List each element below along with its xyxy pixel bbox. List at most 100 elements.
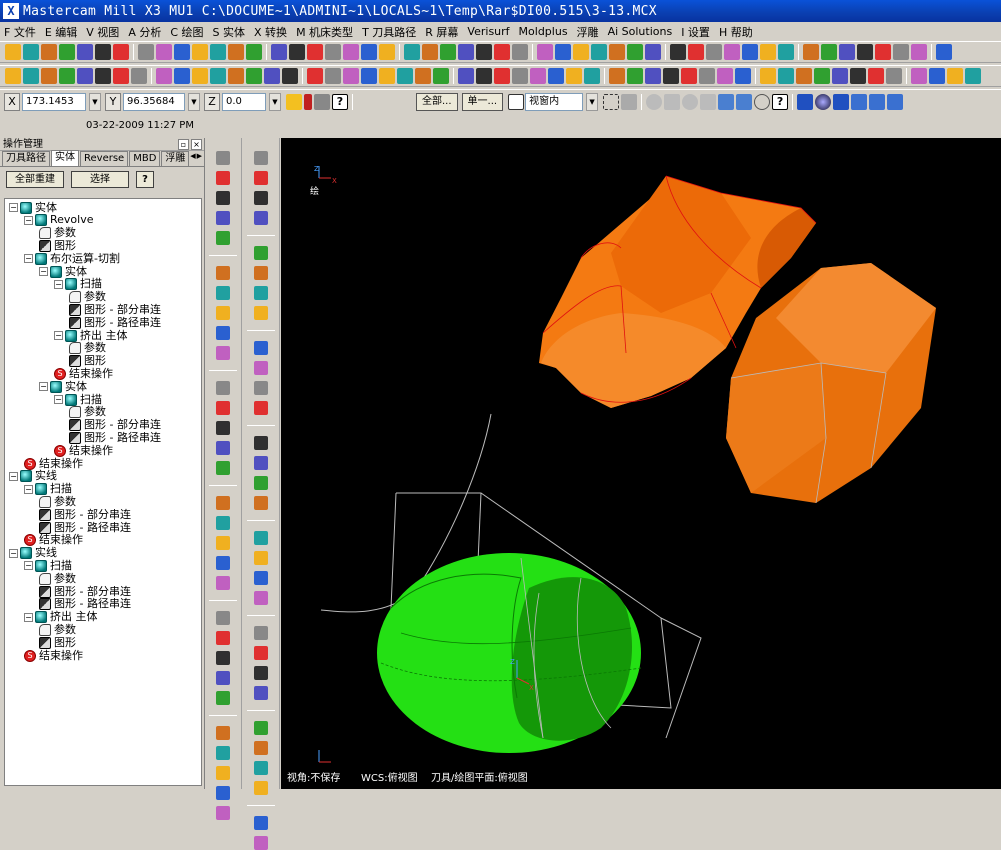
y-coord-label[interactable]: Y xyxy=(105,93,121,111)
level-icon[interactable] xyxy=(254,246,268,260)
plane-icon[interactable] xyxy=(254,551,268,565)
tree-expander-icon[interactable]: − xyxy=(54,279,63,289)
edit-icon[interactable] xyxy=(415,68,431,84)
plane-icon[interactable] xyxy=(216,536,230,550)
measure-icon[interactable] xyxy=(717,68,733,84)
view-icon[interactable] xyxy=(254,401,268,415)
view-icon[interactable] xyxy=(59,68,75,84)
tree-node[interactable]: S 结束操作 xyxy=(54,444,113,457)
tree-node[interactable]: 图形 xyxy=(69,355,106,368)
view-icon[interactable] xyxy=(627,44,643,60)
solid-icon[interactable] xyxy=(216,421,230,435)
color-icon[interactable] xyxy=(254,741,268,755)
color-icon[interactable] xyxy=(706,44,722,60)
view-icon[interactable] xyxy=(433,68,449,84)
tree-node[interactable]: 图形 - 部分串连 xyxy=(69,303,161,316)
surface-icon[interactable] xyxy=(663,68,679,84)
measure-icon[interactable] xyxy=(530,68,546,84)
edit-icon[interactable] xyxy=(254,151,268,165)
color-icon[interactable] xyxy=(886,68,902,84)
view-icon[interactable] xyxy=(440,44,456,60)
menu-solids[interactable]: S 实体 xyxy=(213,24,245,40)
tree-node[interactable]: S 结束操作 xyxy=(24,649,83,662)
solid-icon[interactable] xyxy=(264,68,280,84)
menu-create[interactable]: C 绘图 xyxy=(170,24,203,40)
shape-icon[interactable] xyxy=(23,68,39,84)
tree-node[interactable]: 图形 - 路径串连 xyxy=(69,316,161,329)
z-coord-dropdown-icon[interactable]: ▼ xyxy=(269,93,281,111)
tool-icon[interactable] xyxy=(216,556,230,570)
menu-xform[interactable]: X 转换 xyxy=(254,24,287,40)
shape-icon[interactable] xyxy=(216,806,230,820)
select-back-icon[interactable] xyxy=(718,94,735,110)
surface-icon[interactable] xyxy=(850,68,866,84)
level-icon[interactable] xyxy=(113,44,129,60)
select-mask-icon[interactable] xyxy=(621,94,638,110)
color-icon[interactable] xyxy=(254,266,268,280)
menu-help[interactable]: H 帮助 xyxy=(719,24,753,40)
tree-node[interactable]: 参数 xyxy=(39,495,76,508)
plane-icon[interactable] xyxy=(174,44,190,60)
edit-icon[interactable] xyxy=(41,44,57,60)
shape-icon[interactable] xyxy=(591,44,607,60)
tree-node[interactable]: 图形 xyxy=(39,239,76,252)
measure-icon[interactable] xyxy=(911,68,927,84)
menu-relief[interactable]: 浮雕 xyxy=(577,24,599,40)
z-coord-input[interactable]: 0.0 xyxy=(222,93,266,111)
tree-node[interactable]: 图形 - 部分串连 xyxy=(69,419,161,432)
menu-view[interactable]: V 视图 xyxy=(86,24,119,40)
shape-icon[interactable] xyxy=(778,68,794,84)
tree-node[interactable]: S 结束操作 xyxy=(24,534,83,547)
tree-expander-icon[interactable]: − xyxy=(24,612,33,622)
tree-node[interactable]: − 扫描 xyxy=(54,278,102,291)
select-edge-icon[interactable] xyxy=(700,94,717,110)
solid-icon[interactable] xyxy=(645,68,661,84)
color-icon[interactable] xyxy=(216,496,230,510)
measure-icon[interactable] xyxy=(156,68,172,84)
y-coord-input[interactable]: 96.35684 xyxy=(123,93,185,111)
view-icon[interactable] xyxy=(821,44,837,60)
tab-toolpaths[interactable]: 刀具路径 xyxy=(2,151,50,166)
tree-node[interactable]: − 布尔运算-切割 xyxy=(24,252,120,265)
shape-icon[interactable] xyxy=(254,836,268,850)
tree-expander-icon[interactable]: − xyxy=(9,548,18,558)
coord-help-icon[interactable]: ? xyxy=(332,94,348,110)
plane-icon[interactable] xyxy=(929,68,945,84)
tree-node[interactable]: − 扫描 xyxy=(24,483,72,496)
tree-expander-icon[interactable]: − xyxy=(54,331,63,340)
tool-icon[interactable] xyxy=(379,68,395,84)
edit-icon[interactable] xyxy=(228,68,244,84)
autocursor-icon[interactable] xyxy=(304,94,312,110)
solid-icon[interactable] xyxy=(254,666,268,680)
color-icon[interactable] xyxy=(325,68,341,84)
color-icon[interactable] xyxy=(216,726,230,740)
solid-icon[interactable] xyxy=(458,44,474,60)
level-icon[interactable] xyxy=(254,721,268,735)
tree-node[interactable]: − Revolve xyxy=(24,214,94,227)
plane-icon[interactable] xyxy=(555,44,571,60)
edit-icon[interactable] xyxy=(609,68,625,84)
tab-solids[interactable]: 实体 xyxy=(51,150,79,166)
measure-icon[interactable] xyxy=(911,44,927,60)
wcs-icon[interactable] xyxy=(887,94,904,110)
plane-icon[interactable] xyxy=(735,68,751,84)
measure-icon[interactable] xyxy=(156,44,172,60)
tree-node[interactable]: − 扫描 xyxy=(24,559,72,572)
tree-node[interactable]: − 实线 xyxy=(9,470,57,483)
solid-icon[interactable] xyxy=(254,436,268,450)
plane-icon[interactable] xyxy=(361,44,377,60)
selection-mode-select[interactable]: 视窗内 xyxy=(525,93,584,111)
tab-reverse[interactable]: Reverse xyxy=(80,151,129,166)
measure-icon[interactable] xyxy=(254,286,268,300)
level-icon[interactable] xyxy=(688,44,704,60)
tool-icon[interactable] xyxy=(254,571,268,585)
measure-icon[interactable] xyxy=(343,68,359,84)
tool-icon[interactable] xyxy=(566,68,582,84)
panel-pin-icon[interactable]: ▫ xyxy=(178,139,189,150)
x-coord-dropdown-icon[interactable]: ▼ xyxy=(89,93,101,111)
shape-icon[interactable] xyxy=(23,44,39,60)
surface-icon[interactable] xyxy=(216,671,230,685)
level-icon[interactable] xyxy=(307,68,323,84)
tool-icon[interactable] xyxy=(760,68,776,84)
edit-icon[interactable] xyxy=(254,381,268,395)
